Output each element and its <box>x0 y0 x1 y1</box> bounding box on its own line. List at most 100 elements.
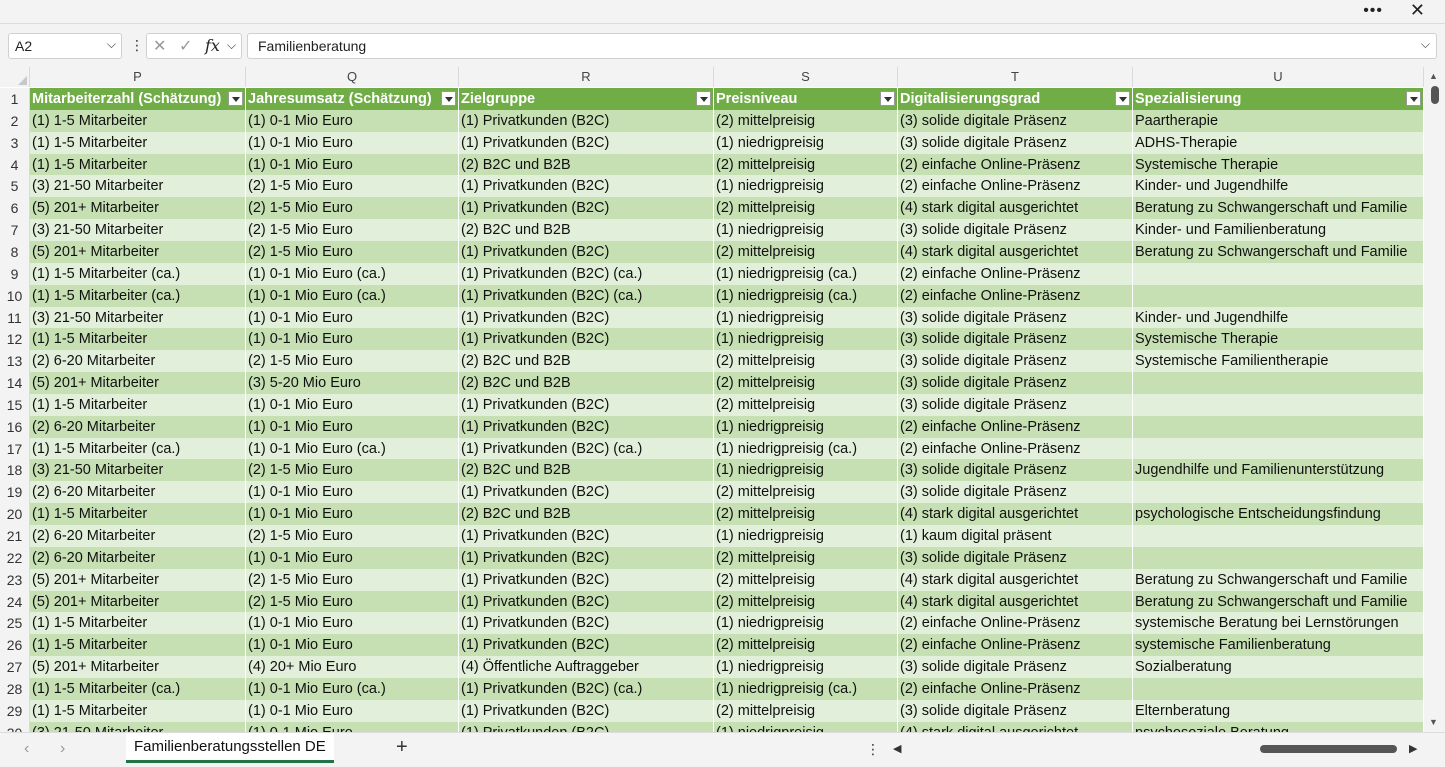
table-cell[interactable]: (4) stark digital ausgerichtet <box>898 568 1133 591</box>
table-cell[interactable]: (1) niedrigpreisig <box>714 175 898 198</box>
row-header[interactable]: 14 <box>0 372 30 395</box>
row-header[interactable]: 25 <box>0 612 30 635</box>
table-cell[interactable]: (1) niedrigpreisig <box>714 306 898 329</box>
table-cell[interactable]: (1) 1-5 Mitarbeiter <box>30 393 246 416</box>
table-cell[interactable]: (4) stark digital ausgerichtet <box>898 503 1133 526</box>
table-cell[interactable]: Elternberatung <box>1133 699 1424 722</box>
table-cell[interactable]: (2) 6-20 Mitarbeiter <box>30 350 246 373</box>
scroll-up-icon[interactable]: ▲ <box>1429 71 1438 81</box>
table-cell[interactable]: (5) 201+ Mitarbeiter <box>30 590 246 613</box>
formula-input[interactable]: Familienberatung ⌵ <box>247 33 1437 59</box>
table-cell[interactable]: (3) solide digitale Präsenz <box>898 656 1133 679</box>
table-cell[interactable]: (1) Privatkunden (B2C) <box>459 481 714 504</box>
table-cell[interactable]: (2) 1-5 Mio Euro <box>246 219 459 242</box>
table-cell[interactable]: (3) solide digitale Präsenz <box>898 328 1133 351</box>
row-header[interactable]: 19 <box>0 481 30 504</box>
table-cell[interactable]: (2) B2C und B2B <box>459 459 714 482</box>
table-cell[interactable]: (1) Privatkunden (B2C) <box>459 393 714 416</box>
table-cell[interactable] <box>1133 677 1424 700</box>
table-cell[interactable]: (1) 0-1 Mio Euro (ca.) <box>246 677 459 700</box>
prev-sheet-icon[interactable]: ‹ <box>24 740 29 758</box>
table-cell[interactable]: (2) B2C und B2B <box>459 372 714 395</box>
table-cell[interactable]: (2) einfache Online-Präsenz <box>898 415 1133 438</box>
table-cell[interactable]: (1) 0-1 Mio Euro <box>246 721 459 732</box>
table-cell[interactable]: (4) stark digital ausgerichtet <box>898 240 1133 263</box>
column-header-t[interactable]: T <box>898 67 1133 87</box>
table-cell[interactable]: (1) niedrigpreisig <box>714 415 898 438</box>
table-cell[interactable]: (1) 0-1 Mio Euro (ca.) <box>246 437 459 460</box>
table-cell[interactable]: (3) solide digitale Präsenz <box>898 350 1133 373</box>
table-cell[interactable]: (3) 21-50 Mitarbeiter <box>30 175 246 198</box>
table-cell[interactable]: (2) 1-5 Mio Euro <box>246 197 459 220</box>
select-all-corner[interactable] <box>0 67 30 87</box>
table-cell[interactable]: (1) 1-5 Mitarbeiter <box>30 328 246 351</box>
table-cell[interactable]: systemische Beratung bei Lernstörungen <box>1133 612 1424 635</box>
table-cell[interactable]: (3) 21-50 Mitarbeiter <box>30 219 246 242</box>
row-header[interactable]: 7 <box>0 219 30 242</box>
table-cell[interactable]: systemische Familienberatung <box>1133 634 1424 657</box>
table-cell[interactable]: (4) stark digital ausgerichtet <box>898 721 1133 732</box>
table-cell[interactable]: (2) 6-20 Mitarbeiter <box>30 415 246 438</box>
table-cell[interactable]: (1) Privatkunden (B2C) <box>459 721 714 732</box>
table-cell[interactable]: (1) 0-1 Mio Euro <box>246 503 459 526</box>
table-cell[interactable]: (2) 1-5 Mio Euro <box>246 350 459 373</box>
insert-function-icon[interactable]: fx <box>205 36 220 55</box>
table-cell[interactable]: (3) solide digitale Präsenz <box>898 131 1133 154</box>
spreadsheet-grid[interactable]: P Q R S T U 1 Mitarbeiterzahl (Schätzung)… <box>0 67 1445 732</box>
row-header[interactable]: 1 <box>0 88 30 110</box>
table-cell[interactable]: Paartherapie <box>1133 109 1424 132</box>
row-header[interactable]: 6 <box>0 197 30 220</box>
table-cell[interactable]: (1) 0-1 Mio Euro (ca.) <box>246 284 459 307</box>
table-cell[interactable]: (2) mittelpreisig <box>714 153 898 176</box>
table-cell[interactable]: (1) 0-1 Mio Euro <box>246 699 459 722</box>
table-cell[interactable]: (2) 1-5 Mio Euro <box>246 568 459 591</box>
table-cell[interactable]: (1) 0-1 Mio Euro <box>246 153 459 176</box>
table-cell[interactable]: (1) Privatkunden (B2C) <box>459 240 714 263</box>
table-cell[interactable]: (1) Privatkunden (B2C) <box>459 546 714 569</box>
table-cell[interactable]: (1) Privatkunden (B2C) <box>459 131 714 154</box>
column-header-p[interactable]: P <box>30 67 246 87</box>
table-cell[interactable]: (1) 0-1 Mio Euro <box>246 481 459 504</box>
table-cell[interactable] <box>1133 262 1424 285</box>
table-cell[interactable]: (3) solide digitale Präsenz <box>898 109 1133 132</box>
table-cell[interactable] <box>1133 481 1424 504</box>
table-cell[interactable]: (1) 1-5 Mitarbeiter (ca.) <box>30 262 246 285</box>
row-header[interactable]: 24 <box>0 590 30 613</box>
scroll-thumb[interactable] <box>1431 86 1439 104</box>
table-cell[interactable]: (1) 0-1 Mio Euro <box>246 109 459 132</box>
filter-dropdown-icon[interactable] <box>441 91 456 106</box>
table-header-cell[interactable]: Spezialisierung <box>1133 88 1424 110</box>
table-cell[interactable]: (5) 201+ Mitarbeiter <box>30 568 246 591</box>
table-cell[interactable]: (5) 201+ Mitarbeiter <box>30 197 246 220</box>
row-header[interactable]: 2 <box>0 109 30 132</box>
table-cell[interactable] <box>1133 437 1424 460</box>
more-vertical-icon[interactable]: ⋮ <box>130 37 144 54</box>
row-header[interactable]: 5 <box>0 175 30 198</box>
table-cell[interactable]: (1) 0-1 Mio Euro <box>246 131 459 154</box>
row-header[interactable]: 10 <box>0 284 30 307</box>
table-cell[interactable]: psychologische Entscheidungsfindung <box>1133 503 1424 526</box>
row-header[interactable]: 12 <box>0 328 30 351</box>
table-cell[interactable]: (2) mittelpreisig <box>714 372 898 395</box>
name-box[interactable]: A2 ⌵ <box>8 33 122 59</box>
table-cell[interactable]: Kinder- und Jugendhilfe <box>1133 306 1424 329</box>
table-cell[interactable]: (2) einfache Online-Präsenz <box>898 153 1133 176</box>
cancel-icon[interactable]: ✕ <box>153 36 166 56</box>
row-header[interactable]: 18 <box>0 459 30 482</box>
table-cell[interactable]: (2) mittelpreisig <box>714 546 898 569</box>
table-cell[interactable]: (3) solide digitale Präsenz <box>898 219 1133 242</box>
column-header-r[interactable]: R <box>459 67 714 87</box>
table-cell[interactable] <box>1133 525 1424 547</box>
scroll-left-icon[interactable]: ◀ <box>893 742 901 755</box>
row-header[interactable]: 3 <box>0 131 30 154</box>
table-cell[interactable]: (1) 1-5 Mitarbeiter (ca.) <box>30 677 246 700</box>
table-cell[interactable]: (3) solide digitale Präsenz <box>898 393 1133 416</box>
table-cell[interactable]: (1) Privatkunden (B2C) <box>459 306 714 329</box>
row-header[interactable]: 4 <box>0 153 30 176</box>
table-cell[interactable]: (1) Privatkunden (B2C) (ca.) <box>459 284 714 307</box>
table-cell[interactable]: Systemische Therapie <box>1133 328 1424 351</box>
table-header-cell[interactable]: Preisniveau <box>714 88 898 110</box>
column-header-u[interactable]: U <box>1133 67 1424 87</box>
table-cell[interactable]: (1) niedrigpreisig <box>714 328 898 351</box>
scroll-down-icon[interactable]: ▼ <box>1429 717 1438 727</box>
